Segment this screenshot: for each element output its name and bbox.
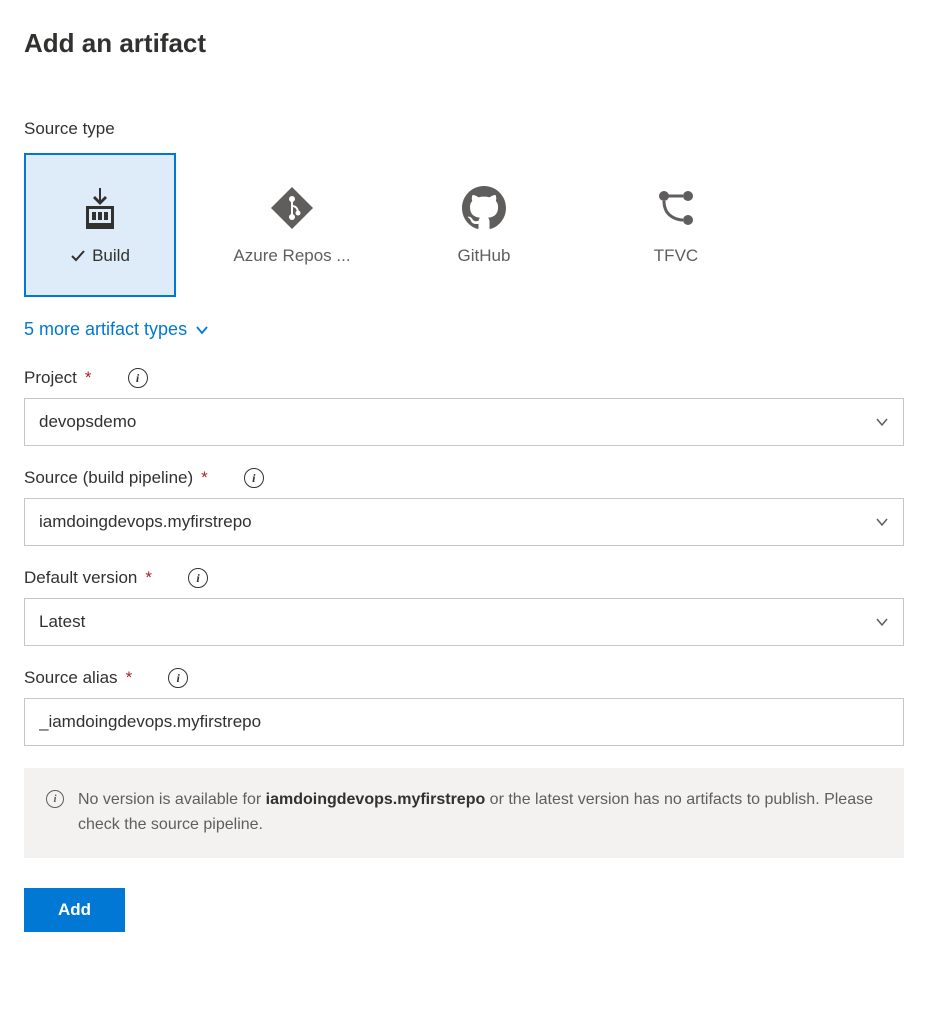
source-tile-label: Azure Repos ... [233, 246, 350, 266]
more-artifact-types-link[interactable]: 5 more artifact types [24, 319, 209, 340]
banner-text: No version is available for iamdoingdevo… [78, 788, 882, 838]
source-tile-tfvc[interactable]: TFVC [600, 153, 752, 297]
source-tile-label: Build [92, 246, 130, 266]
source-tile-github[interactable]: GitHub [408, 153, 560, 297]
info-icon[interactable]: i [188, 568, 208, 588]
source-tile-azure-repos[interactable]: Azure Repos ... [216, 153, 368, 297]
source-tile-label: GitHub [458, 246, 511, 266]
default-version-label: Default version* i [24, 568, 904, 588]
source-tile-build[interactable]: Build [24, 153, 176, 297]
info-icon[interactable]: i [244, 468, 264, 488]
project-label: Project* i [24, 368, 904, 388]
azure-repos-icon [268, 184, 316, 232]
source-tile-label: TFVC [654, 246, 698, 266]
default-version-dropdown[interactable]: Latest [24, 598, 904, 646]
source-type-label: Source type [24, 119, 904, 139]
page-title: Add an artifact [24, 28, 904, 59]
chevron-down-icon [195, 323, 209, 337]
build-icon [76, 184, 124, 232]
chevron-down-icon [875, 615, 889, 629]
chevron-down-icon [875, 415, 889, 429]
chevron-down-icon [875, 515, 889, 529]
info-icon[interactable]: i [128, 368, 148, 388]
source-dropdown[interactable]: iamdoingdevops.myfirstrepo [24, 498, 904, 546]
github-icon [460, 184, 508, 232]
source-label: Source (build pipeline)* i [24, 468, 904, 488]
check-icon [70, 248, 86, 264]
tfvc-icon [652, 184, 700, 232]
info-icon: i [46, 790, 64, 808]
project-dropdown[interactable]: devopsdemo [24, 398, 904, 446]
info-icon[interactable]: i [168, 668, 188, 688]
info-banner: i No version is available for iamdoingde… [24, 768, 904, 858]
source-alias-input[interactable] [24, 698, 904, 746]
source-type-tiles: Build Azure Repos ... [24, 153, 904, 297]
add-button[interactable]: Add [24, 888, 125, 932]
source-alias-label: Source alias* i [24, 668, 904, 688]
